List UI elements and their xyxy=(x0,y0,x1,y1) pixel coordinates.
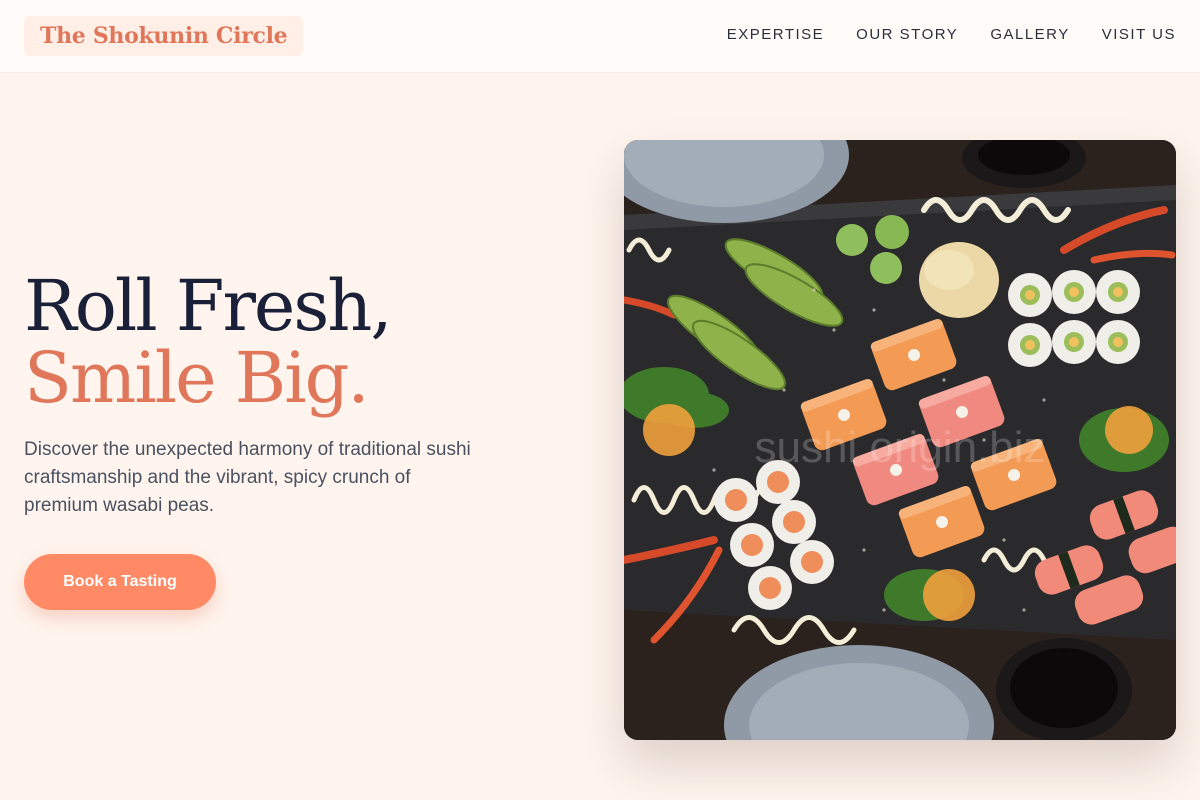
hero-image: sushi origin.biz xyxy=(624,140,1176,740)
nav-our-story[interactable]: OUR STORY xyxy=(856,26,958,43)
headline-line-2: Smile Big. xyxy=(24,337,370,419)
hero-headline: Roll Fresh, Smile Big. xyxy=(24,270,524,414)
nav-expertise[interactable]: EXPERTISE xyxy=(727,26,824,43)
hero-subtitle: Discover the unexpected harmony of tradi… xyxy=(24,439,471,516)
watermark-text: sushi origin.biz xyxy=(754,423,1045,472)
site-header: The Shokunin Circle EXPERTISE OUR STORY … xyxy=(0,0,1200,72)
headline-line-1: Roll Fresh, xyxy=(24,265,393,347)
book-tasting-button[interactable]: Book a Tasting xyxy=(24,554,216,610)
nav-gallery[interactable]: GALLERY xyxy=(990,26,1069,43)
hero-text: Roll Fresh, Smile Big. Discover the unex… xyxy=(24,270,524,610)
nav-visit-us[interactable]: VISIT US xyxy=(1102,26,1176,43)
sushi-platter-photo: sushi origin.biz xyxy=(624,140,1176,740)
brand-logo[interactable]: The Shokunin Circle xyxy=(24,16,304,56)
main-nav: EXPERTISE OUR STORY GALLERY VISIT US xyxy=(727,26,1176,43)
